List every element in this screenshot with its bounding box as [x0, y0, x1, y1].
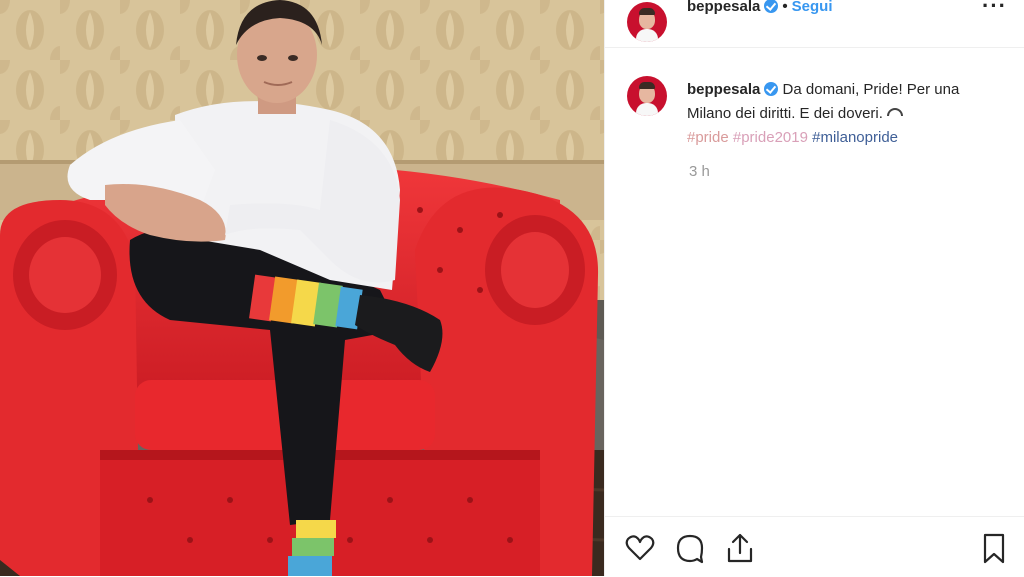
action-bar: [605, 516, 1024, 577]
verified-badge-icon: [764, 0, 779, 13]
follow-button[interactable]: Segui: [792, 0, 833, 15]
hashtag-pride2019[interactable]: #pride2019: [733, 129, 808, 146]
caption-avatar[interactable]: [627, 76, 667, 116]
separator-dot: •: [782, 0, 788, 15]
header-username-row: beppesala • Segui: [687, 0, 832, 15]
more-options-icon[interactable]: ···: [982, 0, 1007, 19]
caption-username[interactable]: beppesala: [687, 81, 760, 98]
username-link[interactable]: beppesala: [687, 0, 760, 15]
rainbow-icon: [886, 108, 903, 116]
hashtag-milanopride[interactable]: #milanopride: [812, 129, 898, 146]
bookmark-icon[interactable]: [977, 531, 1011, 565]
caption-body: beppesala Da domani, Pride! Per una Mila…: [687, 78, 1007, 150]
hashtag-pride[interactable]: #pride: [687, 129, 729, 146]
comment-icon[interactable]: [673, 531, 707, 565]
post-timestamp[interactable]: 3 h: [689, 163, 710, 180]
post-image: [0, 0, 604, 576]
heart-icon[interactable]: [623, 531, 657, 565]
post-photo[interactable]: [0, 0, 604, 576]
post-sidebar: beppesala • Segui ··· beppesala Da domani,…: [604, 0, 1024, 576]
verified-badge-icon: [764, 82, 779, 96]
post-header: beppesala • Segui ···: [605, 0, 1024, 48]
avatar[interactable]: [627, 2, 667, 42]
share-icon[interactable]: [723, 531, 757, 565]
